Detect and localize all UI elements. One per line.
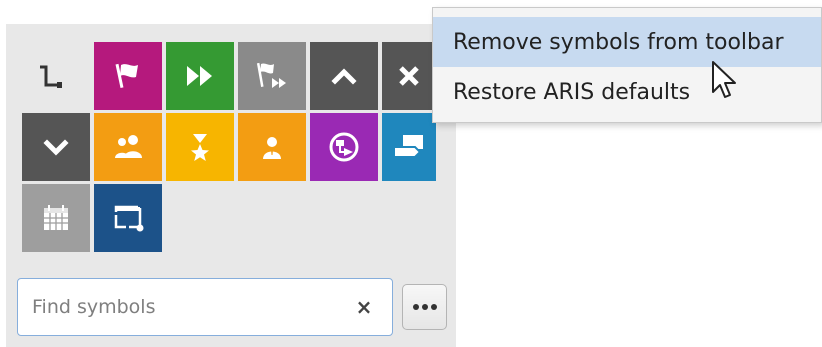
connection-symbol[interactable]	[16, 42, 84, 110]
chevron-up-icon	[331, 68, 357, 85]
clear-search-button[interactable]: ×	[354, 295, 374, 319]
more-options-button[interactable]	[402, 284, 447, 330]
scroll-down-button[interactable]	[22, 113, 90, 181]
screen-symbol[interactable]	[382, 113, 436, 181]
screen-tag-icon	[393, 135, 423, 158]
group-symbol[interactable]	[94, 113, 162, 181]
menu-item-remove-symbols[interactable]: Remove symbols from toolbar	[433, 17, 821, 67]
aris-symbol-bar: × Remove symbols from toolbar Restore AR…	[0, 0, 822, 347]
group-icon	[115, 135, 142, 158]
person-icon	[263, 137, 281, 159]
connection-icon	[40, 65, 62, 88]
find-symbols-input[interactable]	[32, 289, 332, 325]
start-event-symbol[interactable]	[94, 42, 162, 110]
award-icon	[191, 134, 209, 161]
window-icon	[114, 205, 144, 232]
close-icon: ×	[355, 295, 373, 319]
context-menu: Remove symbols from toolbar Restore ARIS…	[432, 7, 822, 123]
fast-forward-icon	[187, 66, 212, 86]
role-symbol[interactable]	[238, 113, 306, 181]
ellipsis-icon	[412, 304, 437, 310]
find-symbols-field[interactable]: ×	[17, 278, 393, 336]
start-flag-icon	[115, 63, 138, 88]
objective-symbol[interactable]	[166, 113, 234, 181]
process-flags-icon	[256, 62, 286, 88]
process-interface-icon	[329, 132, 359, 162]
close-icon	[399, 66, 419, 86]
process-interface-symbol[interactable]	[310, 113, 378, 181]
scroll-up-button[interactable]	[310, 42, 378, 110]
process-path-symbol[interactable]	[238, 42, 306, 110]
event-calendar-symbol[interactable]	[22, 184, 90, 252]
menu-item-restore-defaults[interactable]: Restore ARIS defaults	[433, 67, 821, 117]
chevron-down-icon	[43, 139, 69, 156]
window-symbol[interactable]	[94, 184, 162, 252]
function-symbol[interactable]	[166, 42, 234, 110]
close-symbol-bar-button[interactable]	[382, 42, 436, 110]
calendar-icon	[44, 205, 68, 230]
